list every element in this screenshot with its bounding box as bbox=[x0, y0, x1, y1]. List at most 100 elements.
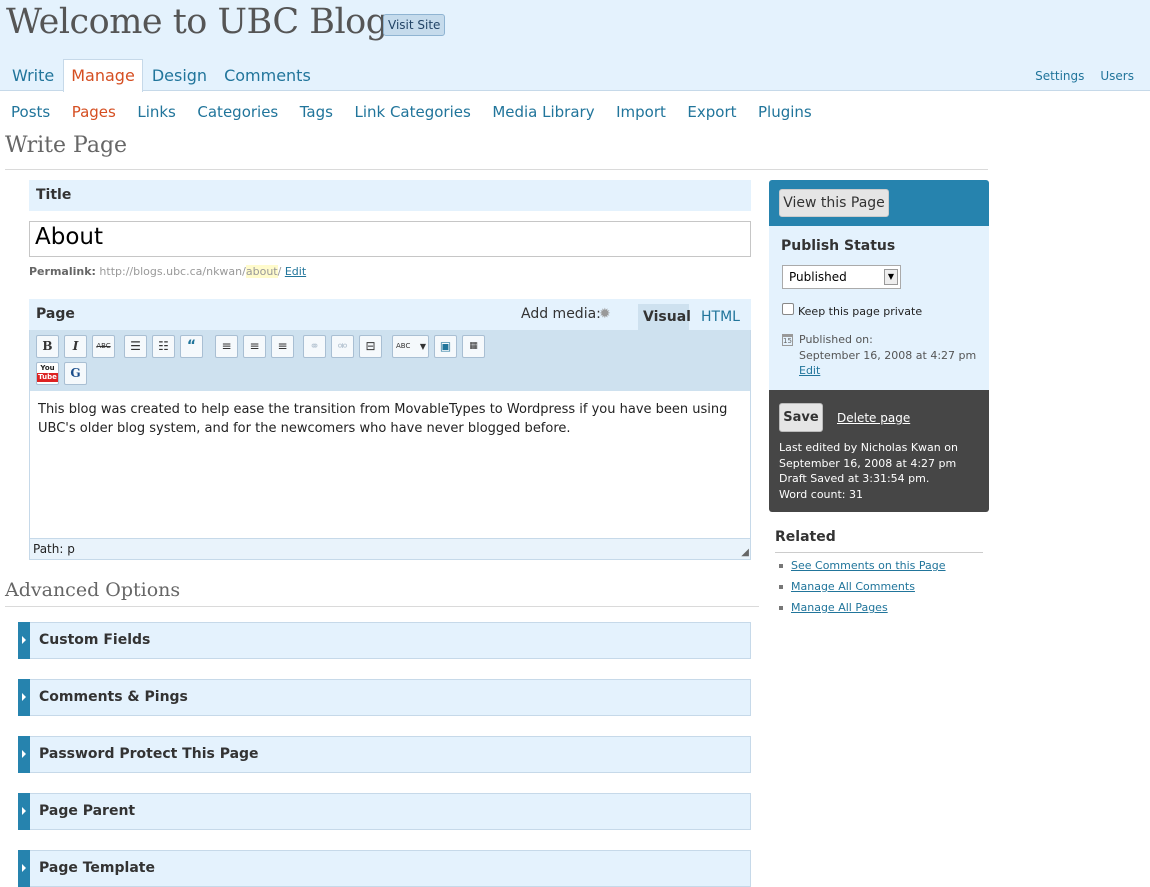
admin-header: Welcome to UBC Blogs Visit Site Write Ma… bbox=[0, 0, 1150, 92]
postbox-label: Custom Fields bbox=[39, 632, 151, 648]
postbox-page-template[interactable]: Page Template bbox=[18, 850, 751, 887]
submenu-links[interactable]: Links bbox=[137, 103, 176, 121]
youtube-icon-bottom: Tube bbox=[37, 373, 58, 382]
see-comments-link[interactable]: See Comments on this Page bbox=[791, 559, 946, 572]
manage-comments-link[interactable]: Manage All Comments bbox=[791, 580, 915, 593]
expand-toggle-icon[interactable] bbox=[18, 622, 30, 659]
submenu-categories[interactable]: Categories bbox=[197, 103, 278, 121]
submenu-plugins[interactable]: Plugins bbox=[758, 103, 812, 121]
tab-visual[interactable]: Visual bbox=[638, 304, 691, 330]
related-divider bbox=[775, 552, 983, 553]
submenu-tags[interactable]: Tags bbox=[300, 103, 333, 121]
list-item: Manage All Comments bbox=[779, 580, 915, 593]
editor-path-bar: Path: p ◢ bbox=[29, 539, 751, 560]
tab-html[interactable]: HTML bbox=[696, 304, 745, 330]
submenu-link-categories[interactable]: Link Categories bbox=[354, 103, 470, 121]
permalink-row: Permalink: http://blogs.ubc.ca/nkwan/abo… bbox=[29, 265, 306, 278]
italic-icon[interactable]: I bbox=[64, 335, 87, 358]
published-date: September 16, 2008 at 4:27 pm bbox=[799, 348, 977, 362]
spellcheck-icon[interactable]: ABC ▼ bbox=[392, 335, 429, 358]
view-page-button[interactable]: View this Page bbox=[779, 189, 889, 217]
site-title: Welcome to UBC Blogs bbox=[6, 2, 406, 42]
fullscreen-icon[interactable]: ▣ bbox=[434, 335, 457, 358]
tab-write[interactable]: Write bbox=[4, 59, 62, 91]
editor-toolbar: B I ABC ☰ ☷ “ ≡ ≡ ≡ ⚭ ⚮ ⊟ ABC ▼ ▣ ▦ You Tu… bbox=[29, 330, 751, 391]
postbox-label: Page Parent bbox=[39, 803, 136, 819]
tab-design[interactable]: Design bbox=[144, 59, 215, 91]
expand-toggle-icon[interactable] bbox=[18, 850, 30, 887]
publish-status-select[interactable]: Published ▼ bbox=[782, 265, 901, 289]
visit-site-button[interactable]: Visit Site bbox=[383, 14, 446, 36]
list-item: Manage All Pages bbox=[779, 601, 888, 614]
submenu-posts[interactable]: Posts bbox=[11, 103, 50, 121]
chevron-down-icon: ▼ bbox=[419, 342, 426, 351]
permalink-slug: about bbox=[245, 265, 278, 278]
youtube-icon[interactable]: You Tube bbox=[36, 362, 59, 385]
last-edited-info: Last edited by Nicholas Kwan on Septembe… bbox=[779, 441, 958, 470]
chevron-down-icon: ▼ bbox=[884, 269, 898, 285]
permalink-edit-link[interactable]: Edit bbox=[285, 265, 306, 278]
g-button-icon[interactable]: G bbox=[64, 362, 87, 385]
bullet-icon bbox=[779, 606, 783, 610]
submenu-export[interactable]: Export bbox=[687, 103, 736, 121]
postbox-comments-pings[interactable]: Comments & Pings bbox=[18, 679, 751, 716]
add-media-label: Add media: bbox=[521, 306, 601, 322]
editor-path: Path: p bbox=[33, 542, 75, 556]
advanced-options-heading: Advanced Options bbox=[5, 579, 181, 601]
postbox-label: Comments & Pings bbox=[39, 689, 188, 705]
postbox-page-parent[interactable]: Page Parent bbox=[18, 793, 751, 830]
publish-status-label: Publish Status bbox=[781, 238, 896, 254]
private-checkbox[interactable] bbox=[782, 303, 794, 315]
postbox-custom-fields[interactable]: Custom Fields bbox=[18, 622, 751, 659]
resize-grip-icon[interactable]: ◢ bbox=[741, 548, 749, 558]
bullet-icon bbox=[779, 564, 783, 568]
word-count: Word count: 31 bbox=[779, 487, 864, 501]
users-link[interactable]: Users bbox=[1100, 69, 1134, 83]
draft-saved-info: Draft Saved at 3:31:54 pm. bbox=[779, 472, 930, 485]
published-edit-link[interactable]: Edit bbox=[799, 364, 820, 377]
list-item: See Comments on this Page bbox=[779, 559, 946, 572]
heading-divider bbox=[5, 169, 988, 170]
postbox-password-protect[interactable]: Password Protect This Page bbox=[18, 736, 751, 773]
numbered-list-icon[interactable]: ☷ bbox=[152, 335, 175, 358]
bullet-icon bbox=[779, 585, 783, 589]
submenu-import[interactable]: Import bbox=[616, 103, 666, 121]
submenu-media-library[interactable]: Media Library bbox=[492, 103, 594, 121]
align-right-icon[interactable]: ≡ bbox=[271, 335, 294, 358]
tab-comments[interactable]: Comments bbox=[216, 59, 319, 91]
advanced-divider bbox=[5, 606, 759, 607]
save-button[interactable]: Save bbox=[779, 403, 823, 432]
align-center-icon[interactable]: ≡ bbox=[243, 335, 266, 358]
unlink-icon[interactable]: ⚮ bbox=[331, 335, 354, 358]
more-tag-icon[interactable]: ⊟ bbox=[359, 335, 382, 358]
add-media-icon[interactable]: ✹ bbox=[599, 306, 611, 322]
kitchen-sink-icon[interactable]: ▦ bbox=[462, 335, 485, 358]
youtube-icon-top: You bbox=[40, 364, 55, 372]
bullet-list-icon[interactable]: ☰ bbox=[124, 335, 147, 358]
delete-page-link[interactable]: Delete page bbox=[837, 411, 910, 425]
strikethrough-icon[interactable]: ABC bbox=[92, 335, 115, 358]
link-icon[interactable]: ⚭ bbox=[303, 335, 326, 358]
blockquote-icon[interactable]: “ bbox=[180, 335, 203, 358]
permalink-trail: / bbox=[277, 265, 282, 278]
editor-content-area[interactable]: This blog was created to help ease the t… bbox=[29, 391, 751, 539]
align-left-icon[interactable]: ≡ bbox=[215, 335, 238, 358]
tab-manage[interactable]: Manage bbox=[63, 59, 143, 92]
expand-toggle-icon[interactable] bbox=[18, 793, 30, 830]
settings-link[interactable]: Settings bbox=[1035, 69, 1084, 83]
edit-info: Last edited by Nicholas Kwan on Septembe… bbox=[779, 440, 984, 502]
expand-toggle-icon[interactable] bbox=[18, 736, 30, 773]
calendar-icon: 15 bbox=[782, 334, 793, 346]
permalink-label: Permalink: bbox=[29, 265, 96, 278]
bold-icon[interactable]: B bbox=[36, 335, 59, 358]
submenu-pages[interactable]: Pages bbox=[72, 103, 116, 121]
title-input[interactable]: About bbox=[29, 221, 751, 257]
manage-pages-link[interactable]: Manage All Pages bbox=[791, 601, 888, 614]
published-on-label: Published on: bbox=[799, 333, 873, 346]
permalink-base: http://blogs.ubc.ca/nkwan/ bbox=[99, 265, 246, 278]
spellcheck-label: ABC bbox=[396, 342, 411, 350]
published-on-info: Published on: September 16, 2008 at 4:27… bbox=[799, 332, 984, 379]
main-menu: Write Manage Design Comments bbox=[4, 59, 320, 92]
expand-toggle-icon[interactable] bbox=[18, 679, 30, 716]
private-checkbox-label: Keep this page private bbox=[798, 305, 923, 318]
